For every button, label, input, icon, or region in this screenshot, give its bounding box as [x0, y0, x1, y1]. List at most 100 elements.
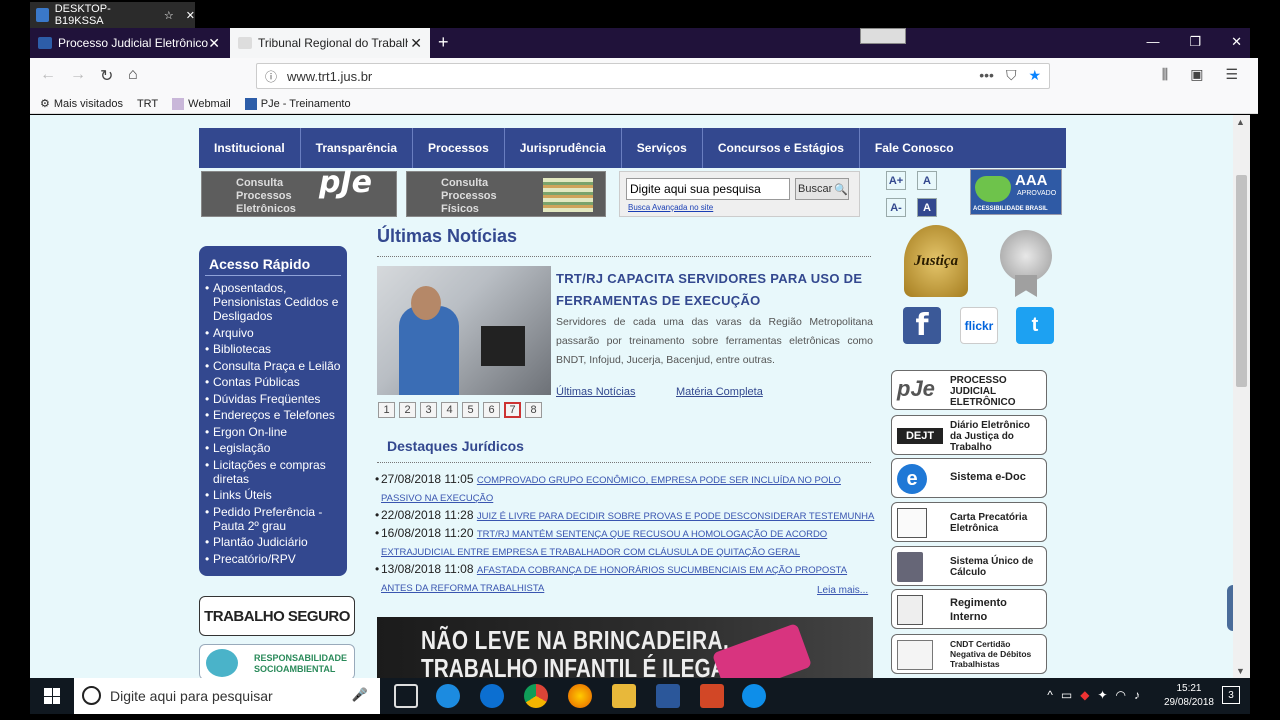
- taskbar-search[interactable]: Digite aqui para pesquisar 🎤: [74, 678, 380, 714]
- close-window-icon[interactable]: ✕: [1231, 34, 1242, 50]
- edge-icon[interactable]: [480, 684, 504, 708]
- info-icon[interactable]: ⓘ: [265, 68, 277, 85]
- quick-access-item[interactable]: Dúvidas Freqüentes: [205, 392, 341, 406]
- service-cndt[interactable]: CNDT Certidão Negativa de Débitos Trabal…: [891, 634, 1047, 674]
- battery-icon[interactable]: ▭: [1061, 688, 1072, 702]
- silver-seal-icon[interactable]: [1000, 230, 1052, 282]
- font-increase-button[interactable]: A+: [886, 171, 906, 190]
- file-explorer-icon[interactable]: [612, 684, 636, 708]
- page-button[interactable]: 4: [441, 402, 458, 418]
- accessibility-badge[interactable]: AAA APROVADO ACESSIBILIDADE BRASIL: [970, 169, 1062, 215]
- flickr-icon[interactable]: flickr: [960, 307, 998, 344]
- twitter-icon[interactable]: t: [1016, 307, 1054, 344]
- page-actions-icon[interactable]: •••: [979, 67, 994, 84]
- advanced-search-link[interactable]: Busca Avançada no site: [628, 203, 713, 212]
- quick-access-item[interactable]: Consulta Praça e Leilão: [205, 359, 341, 373]
- scrollbar-thumb[interactable]: [1236, 175, 1247, 387]
- service-dejt[interactable]: DEJT Diário Eletrônico da Justiça do Tra…: [891, 415, 1047, 455]
- task-view-icon[interactable]: [394, 684, 418, 708]
- consulta-fisicos-button[interactable]: Consulta Processos Físicos: [406, 171, 606, 217]
- sidebar-icon[interactable]: ▣: [1190, 66, 1203, 83]
- quick-access-item[interactable]: Legislação: [205, 441, 341, 455]
- wifi-icon[interactable]: ◠: [1116, 688, 1126, 702]
- reload-icon[interactable]: ↻: [100, 66, 113, 86]
- vertical-scrollbar[interactable]: ▲ ▼: [1233, 115, 1250, 678]
- quick-access-item[interactable]: Endereços e Telefones: [205, 408, 341, 422]
- browser-tab-pje[interactable]: Processo Judicial Eletrônico: Ac ✕: [30, 28, 228, 58]
- quick-access-item[interactable]: Links Úteis: [205, 488, 341, 502]
- browser-tab-trt[interactable]: Tribunal Regional do Trabalho ✕: [230, 28, 430, 58]
- menu-servicos[interactable]: Serviços: [622, 128, 703, 168]
- page-button[interactable]: 6: [483, 402, 500, 418]
- news-photo[interactable]: [377, 266, 551, 395]
- scroll-up-icon[interactable]: ▲: [1236, 117, 1245, 127]
- quick-access-item[interactable]: Licitações e compras diretas: [205, 458, 341, 486]
- internet-explorer-icon[interactable]: [436, 684, 460, 708]
- item-link[interactable]: JUIZ É LIVRE PARA DECIDIR SOBRE PROVAS E…: [477, 511, 875, 522]
- back-icon[interactable]: ←: [40, 66, 56, 84]
- teamviewer-icon[interactable]: [742, 684, 766, 708]
- selo-justica-badge[interactable]: Justiça: [904, 225, 968, 297]
- dropbox-icon[interactable]: ✦: [1097, 688, 1107, 702]
- menu-icon[interactable]: ☰: [1225, 66, 1238, 83]
- menu-transparencia[interactable]: Transparência: [301, 128, 414, 168]
- quick-access-item[interactable]: Pedido Preferência - Pauta 2º grau: [205, 505, 341, 533]
- forward-icon[interactable]: →: [70, 66, 86, 84]
- trabalho-infantil-banner[interactable]: NÃO LEVE NA BRINCADEIRA. TRABALHO INFANT…: [377, 617, 873, 678]
- search-input[interactable]: [626, 178, 790, 200]
- pin-star-icon[interactable]: ☆: [164, 9, 174, 22]
- address-bar[interactable]: ⓘ www.trt1.jus.br ••• ⛉ ★: [256, 63, 1050, 89]
- page-button-active[interactable]: 7: [504, 402, 521, 418]
- materia-completa-link[interactable]: Matéria Completa: [676, 386, 763, 398]
- page-button[interactable]: 5: [462, 402, 479, 418]
- bookmark-trt[interactable]: TRT: [137, 98, 158, 110]
- page-button[interactable]: 8: [525, 402, 542, 418]
- close-tab-icon[interactable]: ✕: [410, 35, 422, 52]
- news-title[interactable]: TRT/RJ CAPACITA SERVIDORES PARA USO DE F…: [556, 268, 866, 312]
- service-carta-precatoria[interactable]: Carta Precatória Eletrônica: [891, 502, 1047, 542]
- scroll-down-icon[interactable]: ▼: [1236, 666, 1245, 676]
- new-tab-button[interactable]: +: [438, 32, 449, 53]
- quick-access-item[interactable]: Plantão Judiciário: [205, 535, 341, 549]
- maximize-icon[interactable]: ❐: [1189, 34, 1201, 50]
- service-pje[interactable]: pJe PROCESSO JUDICIAL ELETRÔNICO: [891, 370, 1047, 410]
- responsabilidade-socioambiental-banner[interactable]: RESPONSABILIDADE SOCIOAMBIENTAL: [199, 644, 355, 678]
- leia-mais-link[interactable]: Leia mais...: [817, 585, 868, 596]
- start-button[interactable]: [44, 688, 60, 704]
- app-tray-icon[interactable]: ◆: [1080, 688, 1089, 702]
- word-icon[interactable]: [656, 684, 680, 708]
- ultimas-noticias-link[interactable]: Últimas Notícias: [556, 386, 635, 398]
- font-normal-button[interactable]: A: [917, 171, 937, 190]
- pocket-icon[interactable]: ⛉: [1006, 67, 1017, 84]
- service-regimento[interactable]: Regimento Interno: [891, 589, 1047, 629]
- quick-access-item[interactable]: Precatório/RPV: [205, 552, 341, 566]
- service-calculo[interactable]: Sistema Único de Cálculo: [891, 546, 1047, 586]
- bookmark-webmail[interactable]: Webmail: [172, 97, 231, 110]
- notifications-icon[interactable]: 3: [1222, 686, 1240, 704]
- firefox-icon[interactable]: [568, 684, 592, 708]
- trabalho-seguro-banner[interactable]: TRABALHO SEGURO: [199, 596, 355, 636]
- page-button[interactable]: 1: [378, 402, 395, 418]
- service-e-doc[interactable]: e Sistema e-Doc: [891, 458, 1047, 498]
- high-contrast-button[interactable]: A: [917, 198, 937, 217]
- bookmark-star-icon[interactable]: ★: [1028, 67, 1041, 84]
- remote-session-tab[interactable]: DESKTOP-B19KSSA ☆ ✕: [30, 2, 195, 28]
- consulta-pje-button[interactable]: Consulta Processos Eletrônicos pJe: [201, 168, 397, 217]
- menu-processos[interactable]: Processos: [413, 128, 505, 168]
- bookmark-mais-visitados[interactable]: ⚙ Mais visitados: [40, 97, 123, 111]
- remote-toolbar-widget[interactable]: [860, 28, 906, 44]
- quick-access-item[interactable]: Contas Públicas: [205, 375, 341, 389]
- page-button[interactable]: 2: [399, 402, 416, 418]
- chrome-icon[interactable]: [524, 684, 548, 708]
- clock[interactable]: 15:21 29/08/2018: [1164, 682, 1214, 710]
- microphone-icon[interactable]: 🎤: [352, 687, 368, 703]
- menu-fale-conosco[interactable]: Fale Conosco: [860, 128, 969, 168]
- volume-icon[interactable]: ♪: [1134, 688, 1140, 702]
- menu-jurisprudencia[interactable]: Jurisprudência: [505, 128, 622, 168]
- menu-institucional[interactable]: Institucional: [199, 128, 301, 168]
- quick-access-item[interactable]: Ergon On-line: [205, 425, 341, 439]
- minimize-icon[interactable]: —: [1146, 34, 1159, 50]
- close-tab-icon[interactable]: ✕: [208, 35, 220, 52]
- facebook-icon[interactable]: f: [903, 307, 941, 344]
- powerpoint-icon[interactable]: [700, 684, 724, 708]
